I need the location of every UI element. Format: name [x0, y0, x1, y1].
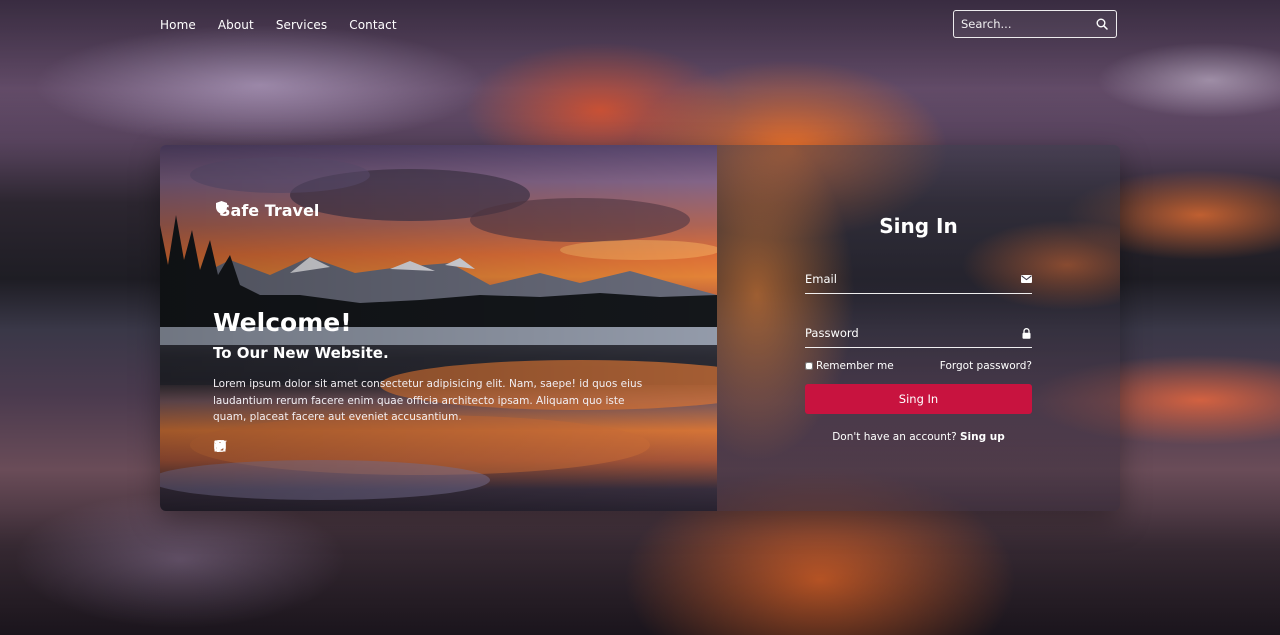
- signup-prompt: Don't have an account? Sing up: [717, 431, 1120, 443]
- signin-button[interactable]: Sing In: [805, 384, 1032, 414]
- remember-checkbox[interactable]: [805, 362, 813, 370]
- signin-panel: Sing In Remember me Forgot password? Sin…: [717, 145, 1120, 511]
- password-field[interactable]: [805, 326, 1020, 340]
- lock-icon: [1020, 327, 1032, 339]
- nav-link-home[interactable]: Home: [160, 18, 196, 32]
- envelope-icon: [1020, 273, 1032, 285]
- hero-photo: Safe Travel Welcome! To Our New Website.…: [160, 145, 717, 511]
- social-links: [214, 440, 301, 452]
- nav-link-services[interactable]: Services: [276, 18, 327, 32]
- nav-link-about[interactable]: About: [218, 18, 254, 32]
- hero-title: Welcome!: [213, 308, 352, 337]
- brand-name: Safe Travel: [219, 201, 320, 220]
- signin-title: Sing In: [879, 214, 958, 238]
- hero-subtitle: To Our New Website.: [213, 344, 389, 362]
- remember-label: Remember me: [816, 360, 894, 372]
- no-account-text: Don't have an account?: [832, 431, 957, 443]
- password-field-wrapper: [805, 319, 1032, 348]
- forgot-password-link[interactable]: Forgot password?: [940, 360, 1032, 372]
- hero-description: Lorem ipsum dolor sit amet consectetur a…: [213, 378, 643, 423]
- search-icon[interactable]: [1093, 15, 1111, 33]
- instagram-icon[interactable]: [214, 440, 276, 452]
- nav-link-contact[interactable]: Contact: [349, 18, 396, 32]
- search-box: [953, 10, 1117, 38]
- search-input[interactable]: [954, 17, 1093, 31]
- brand-logo[interactable]: Safe Travel: [216, 201, 319, 220]
- facebook-icon[interactable]: [215, 440, 251, 452]
- remember-me[interactable]: Remember me: [805, 360, 894, 372]
- email-field[interactable]: [805, 272, 1020, 286]
- main-nav: Home About Services Contact: [160, 18, 397, 32]
- signup-link[interactable]: Sing up: [960, 431, 1005, 443]
- twitter-icon[interactable]: [214, 440, 301, 452]
- welcome-card: Safe Travel Welcome! To Our New Website.…: [160, 145, 1120, 511]
- email-field-wrapper: [805, 265, 1032, 294]
